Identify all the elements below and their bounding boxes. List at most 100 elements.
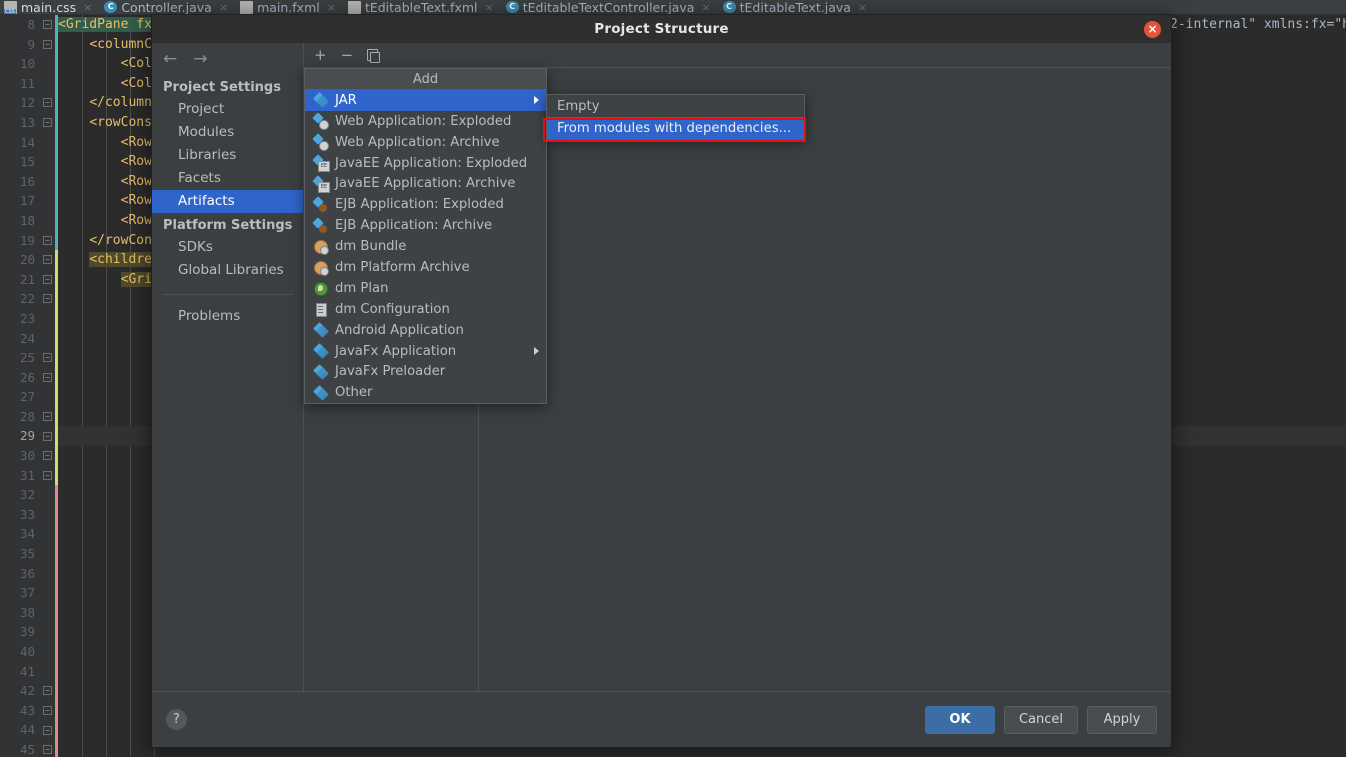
add-menu-item-label: Web Application: Archive xyxy=(335,134,500,150)
sidebar-item-facets[interactable]: Facets xyxy=(152,167,303,190)
add-menu-item-label: JAR xyxy=(335,92,357,108)
editor-tab[interactable]: CtEditableText.java × xyxy=(719,0,876,15)
add-artifact-menu: Add JAR Web Application: Exploded Web Appl… xyxy=(304,68,547,405)
fold-marker-icon[interactable]: − xyxy=(43,118,52,127)
add-menu-item[interactable]: dm Bundle xyxy=(305,236,546,257)
editor-right-fragment: 2-internal" xmlns:fx="htt xyxy=(1170,17,1346,32)
add-menu-item[interactable]: Other xyxy=(305,382,546,403)
add-menu-item-label: Web Application: Exploded xyxy=(335,113,512,129)
fold-marker-icon[interactable]: − xyxy=(43,255,52,265)
apply-button[interactable]: Apply xyxy=(1087,705,1157,734)
sidebar-item-problems[interactable]: Problems xyxy=(152,305,303,328)
editor-tab[interactable]: CtEditableTextController.java × xyxy=(502,0,719,15)
submenu-arrow-icon xyxy=(534,347,539,356)
add-menu-item[interactable]: dm Platform Archive xyxy=(305,257,546,278)
tab-close-icon[interactable]: × xyxy=(327,1,336,14)
remove-button[interactable]: − xyxy=(341,47,354,63)
editor-tab[interactable]: C Controller.java × xyxy=(100,0,236,15)
sidebar-item-global-libraries[interactable]: Global Libraries xyxy=(152,259,303,282)
jar-submenu-item[interactable]: From modules with dependencies... xyxy=(547,117,804,139)
fold-marker-icon[interactable]: − xyxy=(43,412,52,421)
editor-tab-label: Controller.java xyxy=(121,0,212,15)
fold-marker-icon[interactable]: − xyxy=(43,706,52,715)
fold-marker-icon[interactable]: − xyxy=(43,294,52,304)
javaee-artifact-icon xyxy=(314,156,330,173)
add-menu-item[interactable]: EJB Application: Archive xyxy=(305,215,546,236)
help-button[interactable]: ? xyxy=(166,709,187,730)
web-artifact-icon xyxy=(314,114,329,131)
artifact-diamond-icon xyxy=(314,323,328,337)
fold-marker-icon[interactable]: − xyxy=(43,431,52,441)
add-menu-item[interactable]: Web Application: Exploded xyxy=(305,111,546,132)
fold-marker-icon[interactable]: − xyxy=(43,20,52,29)
add-menu-item[interactable]: JavaEE Application: Archive xyxy=(305,174,546,195)
line-number: 39 xyxy=(19,624,35,640)
fold-marker-icon[interactable]: − xyxy=(43,235,52,245)
fold-marker-icon[interactable]: − xyxy=(43,686,52,696)
dm-plan-icon xyxy=(314,281,328,297)
editor-tab-label: tEditableTextController.java xyxy=(522,0,695,15)
editor-fold-column[interactable]: −−−−−−−−−−−−−−−−−−−−− xyxy=(40,15,55,757)
settings-sidebar: ← → Project Settings Project Modules Librar… xyxy=(152,43,304,691)
sidebar-item-artifacts[interactable]: Artifacts xyxy=(152,190,303,213)
copy-icon[interactable] xyxy=(367,49,381,63)
fold-marker-icon[interactable]: − xyxy=(43,274,52,284)
forward-arrow-icon[interactable]: → xyxy=(193,50,207,68)
line-number: 45 xyxy=(19,741,35,757)
line-number: 23 xyxy=(19,310,35,326)
add-menu-item[interactable]: dm Configuration xyxy=(305,299,546,320)
dm-configuration-icon xyxy=(314,302,328,318)
fold-marker-icon[interactable]: − xyxy=(43,725,52,735)
sidebar-item-project[interactable]: Project xyxy=(152,98,303,121)
tab-close-icon[interactable]: × xyxy=(485,1,494,14)
editor-tab-label: main.fxml xyxy=(257,0,320,15)
add-menu-item-label: Other xyxy=(335,385,373,401)
sidebar-item-modules[interactable]: Modules xyxy=(152,121,303,144)
add-button[interactable]: + xyxy=(314,47,327,63)
line-number: 31 xyxy=(19,467,35,483)
fold-marker-icon[interactable]: − xyxy=(43,470,52,480)
editor-tab[interactable]: tEditableText.fxml × xyxy=(344,0,502,14)
add-menu-item[interactable]: dm Plan xyxy=(305,278,546,299)
line-number: 13 xyxy=(19,114,35,130)
tab-close-icon[interactable]: × xyxy=(858,1,867,14)
add-menu-item[interactable]: JAR xyxy=(305,90,546,111)
artifact-diamond-icon xyxy=(314,365,328,379)
line-number: 20 xyxy=(19,252,35,268)
editor-tab-label: tEditableText.java xyxy=(739,0,851,15)
tab-close-icon[interactable]: × xyxy=(701,1,710,14)
add-menu-item-label: dm Plan xyxy=(335,280,389,296)
fxml-file-icon xyxy=(240,0,254,14)
fold-marker-icon[interactable]: − xyxy=(43,353,52,363)
ok-button[interactable]: OK xyxy=(924,705,995,734)
add-menu-item[interactable]: JavaFx Preloader xyxy=(305,362,546,383)
cancel-button[interactable]: Cancel xyxy=(1003,705,1078,734)
line-number: 44 xyxy=(19,722,35,738)
tab-close-icon[interactable]: × xyxy=(83,1,92,14)
fold-marker-icon[interactable]: − xyxy=(43,39,52,49)
add-menu-item[interactable]: Android Application xyxy=(305,320,546,341)
add-menu-item[interactable]: Web Application: Archive xyxy=(305,132,546,153)
editor-tab[interactable]: main.css × xyxy=(0,0,100,14)
add-menu-item[interactable]: JavaFx Application xyxy=(305,341,546,362)
sidebar-item-libraries[interactable]: Libraries xyxy=(152,144,303,167)
line-number: 24 xyxy=(19,330,35,346)
submenu-arrow-icon xyxy=(534,96,539,105)
tab-close-icon[interactable]: × xyxy=(219,1,228,14)
line-number: 32 xyxy=(19,487,35,503)
line-number: 11 xyxy=(19,75,35,91)
editor-tab[interactable]: main.fxml × xyxy=(236,0,344,15)
sidebar-item-sdks[interactable]: SDKs xyxy=(152,236,303,259)
back-arrow-icon[interactable]: ← xyxy=(163,50,177,68)
fold-marker-icon[interactable]: − xyxy=(43,745,52,755)
fold-marker-icon[interactable]: − xyxy=(43,98,52,108)
add-menu-item[interactable]: JavaEE Application: Exploded xyxy=(305,153,546,174)
close-icon[interactable]: × xyxy=(1144,21,1161,38)
fold-marker-icon[interactable]: − xyxy=(43,451,52,461)
jar-submenu-item[interactable]: Empty xyxy=(547,95,804,117)
fold-marker-icon[interactable]: − xyxy=(43,372,52,382)
line-number: 14 xyxy=(19,134,35,150)
add-menu-item[interactable]: EJB Application: Exploded xyxy=(305,194,546,215)
line-number: 33 xyxy=(19,506,35,522)
dialog-title-bar[interactable]: Project Structure × xyxy=(152,15,1171,43)
